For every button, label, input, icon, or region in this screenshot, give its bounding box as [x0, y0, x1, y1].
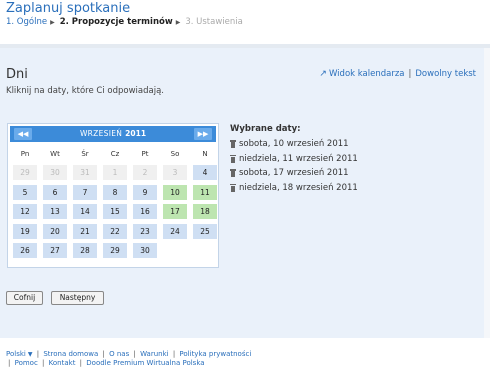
caret-down-icon: ▼	[27, 351, 33, 358]
calendar-day[interactable]: 12	[13, 204, 37, 219]
calendar-day-selected[interactable]: 17	[163, 204, 187, 219]
main-panel: Dni Kliknij na daty, które Ci odpowiadaj…	[0, 48, 484, 338]
step-settings: 3. Ustawienia	[185, 17, 243, 27]
calendar-day: 29	[13, 165, 37, 180]
footer-links: Polski ▼ | Strona domowa | O nas | Warunk…	[6, 350, 256, 367]
next-button[interactable]: Następny	[51, 291, 104, 305]
calendar-day[interactable]: 24	[163, 223, 187, 239]
footer-separator: |	[102, 350, 105, 358]
footer-link-privacy[interactable]: Polityka prywatności	[179, 350, 251, 358]
calendar-day[interactable]: 26	[13, 243, 37, 258]
section-hint: Kliknij na daty, które Ci odpowiadają.	[6, 86, 164, 96]
selected-date-label: sobota, 17 wrzesień 2011	[239, 168, 349, 179]
trash-icon[interactable]	[230, 183, 236, 192]
footer-link-help[interactable]: Pomoc	[15, 359, 38, 367]
calendar-day[interactable]: 14	[73, 204, 97, 219]
calendar-day-selected[interactable]: 10	[163, 184, 187, 200]
footer-link-terms[interactable]: Warunki	[140, 350, 169, 358]
selected-date-item: niedziela, 18 wrzesień 2011	[230, 181, 358, 196]
weekday-label: N	[202, 150, 208, 158]
chevron-right-icon: ▶	[175, 18, 181, 26]
calendar-day[interactable]: 21	[73, 223, 97, 239]
selected-date-item: sobota, 10 wrzesień 2011	[230, 137, 358, 152]
calendar-day[interactable]: 13	[43, 204, 67, 219]
step-date-proposals: 2. Propozycje terminów	[59, 17, 173, 27]
footer-link-about[interactable]: O nas	[109, 350, 129, 358]
calendar-day[interactable]: 4	[193, 165, 217, 180]
footer-separator: |	[42, 359, 45, 367]
trash-icon[interactable]	[230, 154, 236, 163]
weekday-label: Śr	[81, 150, 89, 158]
calendar-day[interactable]: 6	[43, 184, 67, 200]
calendar-day[interactable]: 22	[103, 223, 127, 239]
calendar-month-label: WRZESIEŃ 2011	[10, 129, 216, 138]
footer-separator: |	[172, 350, 176, 358]
weekday-label: Pt	[141, 150, 149, 158]
calendar-day[interactable]: 28	[73, 243, 97, 258]
footer-link-contact[interactable]: Kontakt	[49, 359, 76, 367]
selected-date-label: sobota, 10 wrzesień 2011	[239, 139, 349, 150]
weekday-label: Wt	[50, 150, 60, 158]
panel-edge	[484, 48, 490, 338]
footer-link-home[interactable]: Strona domowa	[43, 350, 98, 358]
next-month-button[interactable]: ▶▶	[194, 128, 212, 140]
calendar-day[interactable]: 19	[13, 223, 37, 239]
calendar-day[interactable]: 29	[103, 243, 127, 258]
back-button[interactable]: Cofnij	[6, 291, 43, 305]
selected-date-item: sobota, 17 wrzesień 2011	[230, 166, 358, 181]
date-picker-calendar: ◀◀ WRZESIEŃ 2011 ▶▶ Pn Wt Śr Cz Pt So N 29 30 31 1 2…	[7, 123, 219, 268]
calendar-day: 1	[103, 165, 127, 180]
footer-separator: |	[36, 350, 40, 358]
calendar-header: ◀◀ WRZESIEŃ 2011 ▶▶	[10, 126, 216, 142]
calendar-day[interactable]: 8	[103, 184, 127, 200]
page-title: Zaplanuj spotkanie	[6, 1, 131, 16]
calendar-day[interactable]: 20	[43, 223, 67, 239]
selected-date-item: niedziela, 11 wrzesień 2011	[230, 152, 358, 167]
step-general[interactable]: 1. Ogólne	[6, 17, 47, 27]
weekday-label: So	[170, 150, 180, 158]
language-selector[interactable]: Polski ▼	[6, 350, 32, 358]
calendar-day: 3	[163, 165, 187, 180]
calendar-day: 2	[133, 165, 157, 180]
view-links: ↗ Widok kalendarza | Dowolny tekst	[319, 69, 476, 79]
trash-icon[interactable]	[230, 140, 236, 149]
calendar-day[interactable]: 7	[73, 184, 97, 200]
link-separator: |	[408, 69, 412, 79]
wizard-steps: 1. Ogólne ▶ 2. Propozycje terminów ▶ 3. …	[6, 17, 246, 27]
language-label: Polski	[6, 350, 26, 358]
chevron-right-icon: ▶	[50, 18, 55, 26]
calendar-day[interactable]: 27	[43, 243, 67, 258]
calendar-view-link[interactable]: Widok kalendarza	[329, 69, 405, 79]
trash-icon[interactable]	[230, 169, 236, 178]
selected-dates: Wybrane daty: sobota, 10 wrzesień 2011 n…	[230, 124, 358, 195]
selected-date-label: niedziela, 11 wrzesień 2011	[239, 153, 358, 164]
calendar-day[interactable]: 9	[133, 184, 157, 200]
calendar-day: 30	[43, 165, 67, 180]
calendar-day[interactable]: 30	[133, 243, 157, 258]
calendar-day[interactable]: 16	[133, 204, 157, 219]
arrow-up-right-icon: ↗	[319, 69, 327, 79]
section-title: Dni	[6, 67, 28, 82]
calendar-day-selected[interactable]: 18	[193, 204, 217, 219]
page-header: Zaplanuj spotkanie 1. Ogólne ▶ 2. Propoz…	[0, 0, 490, 44]
footer-link-premium[interactable]: Doodle Premium Wirtualna Polska	[86, 359, 204, 367]
weekday-label: Pn	[20, 150, 30, 158]
calendar-day[interactable]: 5	[13, 184, 37, 200]
selected-dates-title: Wybrane daty:	[230, 124, 301, 134]
selected-date-label: niedziela, 18 wrzesień 2011	[239, 182, 358, 193]
calendar-day[interactable]: 23	[133, 223, 157, 239]
footer-separator: |	[8, 359, 11, 367]
weekday-label: Cz	[110, 150, 120, 158]
calendar-day[interactable]: 25	[193, 223, 217, 239]
month-name: WRZESIEŃ	[79, 129, 123, 138]
calendar-day-selected[interactable]: 11	[193, 184, 217, 200]
footer-separator: |	[133, 350, 136, 358]
calendar-day[interactable]: 15	[103, 204, 127, 219]
free-text-link[interactable]: Dowolny tekst	[415, 69, 476, 79]
footer-separator: |	[79, 359, 83, 367]
calendar-day: 31	[73, 165, 97, 180]
year-label: 2011	[125, 129, 147, 138]
